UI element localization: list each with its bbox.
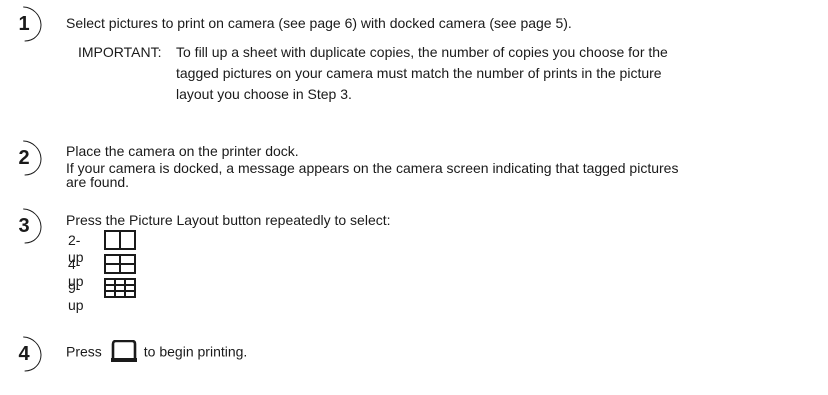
step-4-text-after: to begin printing. [143, 343, 248, 360]
step-2-line-3: are found. [66, 174, 130, 190]
step-number: 3 [18, 215, 30, 237]
important-note-line: To fill up a sheet with duplicate copies… [176, 44, 668, 60]
four-up-layout-icon [104, 254, 136, 278]
important-note-line: layout you choose in Step 3. [176, 86, 352, 102]
important-label: IMPORTANT: [78, 44, 162, 60]
step-number: 1 [18, 13, 30, 35]
step-4-text: Press to begin printing. [66, 339, 820, 366]
nine-up-layout-icon [104, 278, 136, 302]
print-button-icon [110, 339, 138, 366]
two-up-layout-icon [104, 230, 136, 254]
layout-label: 9-up [68, 280, 84, 313]
step-number: 2 [18, 147, 30, 169]
step-1-text: Select pictures to print on camera (see … [66, 15, 572, 31]
important-note-line: tagged pictures on your camera must matc… [176, 65, 662, 81]
step-number: 4 [18, 343, 30, 365]
step-2-line-1: Place the camera on the printer dock. [66, 143, 299, 159]
step-3-text: Press the Picture Layout button repeated… [66, 212, 391, 228]
important-note: To fill up a sheet with duplicate copies… [176, 44, 776, 107]
step-4-text-before: Press [66, 343, 102, 360]
